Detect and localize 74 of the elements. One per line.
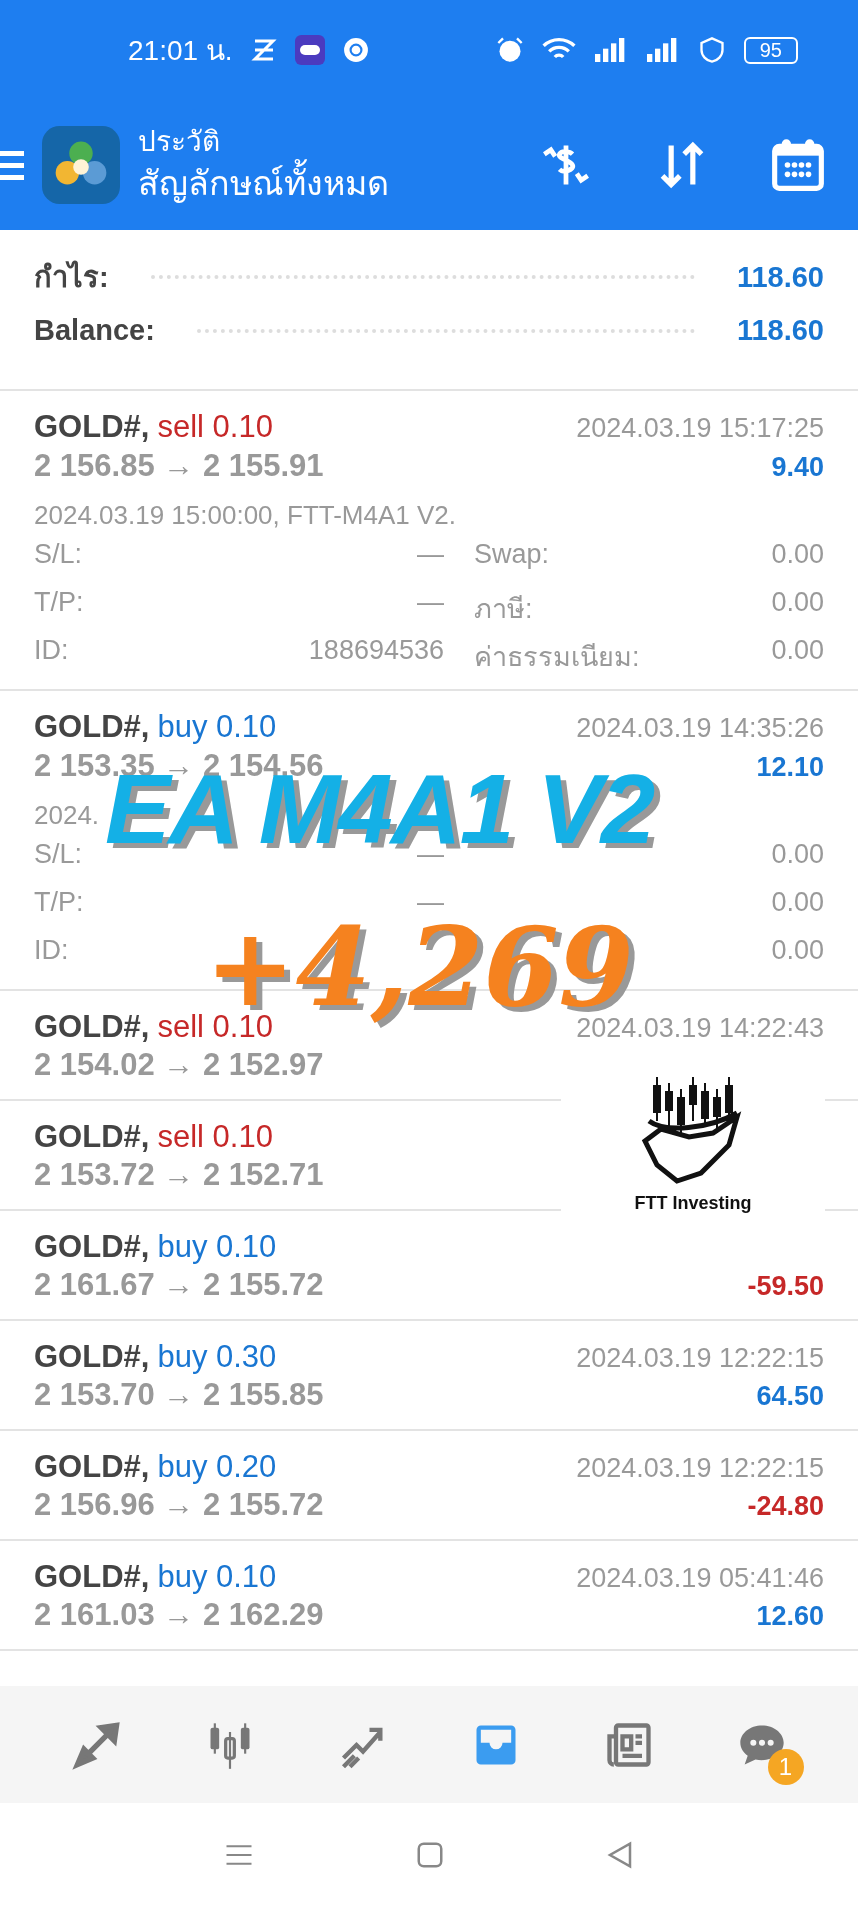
battery-indicator: 95 bbox=[743, 36, 798, 64]
field-value: 0.00 bbox=[770, 839, 824, 871]
profit-value: 9.40 bbox=[771, 451, 824, 483]
field-label: T/P: bbox=[34, 587, 85, 619]
game-app-icon bbox=[294, 35, 325, 65]
trade-row[interactable]: GOLD#, buy 0.10 2024.03.19 05:41:46 2 161.03 → 2 162.29 12.60 bbox=[0, 1541, 858, 1651]
trade-time: 2024.03.19 15:17:25 bbox=[576, 413, 824, 444]
trade-row[interactable]: GOLD#, buy 0.20 2024.03.19 12:22:15 2 156.96 → 2 155.72 -24.80 bbox=[0, 1431, 858, 1541]
trade-time: 2024.03.19 12:22:15 bbox=[576, 1343, 824, 1374]
profit-value: 64.50 bbox=[756, 1381, 824, 1412]
symbol-filter[interactable]: สัญลักษณ์ทั้งหมด bbox=[138, 160, 478, 206]
symbol-label: GOLD#, bbox=[34, 1229, 150, 1265]
field-value: 0.00 bbox=[770, 539, 824, 571]
order-label: buy 0.30 bbox=[157, 1339, 277, 1375]
home-icon[interactable] bbox=[415, 1840, 445, 1870]
order-label: buy 0.20 bbox=[157, 1449, 277, 1485]
field-label: T/P: bbox=[34, 887, 85, 919]
order-label: buy 0.10 bbox=[157, 1229, 277, 1265]
order-label: sell 0.10 bbox=[157, 409, 273, 445]
field-label: S/L: bbox=[34, 839, 84, 871]
price-range: 2 156.96 → 2 155.72 bbox=[34, 1487, 324, 1523]
shield-icon bbox=[697, 35, 726, 65]
summary-label: กำไร: bbox=[34, 259, 109, 295]
field-value: 0.00 bbox=[770, 587, 824, 619]
order-label: buy 0.10 bbox=[157, 1559, 277, 1595]
profit-value: -59.50 bbox=[747, 1271, 824, 1302]
trade-time: 2024.03.19 12:22:15 bbox=[576, 1453, 824, 1484]
price-range: 2 161.67 → 2 155.72 bbox=[34, 1267, 324, 1303]
logo-text: FTT Investing bbox=[634, 1192, 752, 1214]
symbol-label: GOLD#, bbox=[34, 1339, 150, 1375]
field-label: ID: bbox=[34, 935, 70, 967]
field-value: 188694536 bbox=[307, 635, 444, 667]
symbol-label: GOLD#, bbox=[34, 1449, 150, 1485]
profit-value: -24.80 bbox=[747, 1491, 824, 1522]
field-label: S/L: bbox=[34, 539, 84, 571]
field-value: 0.00 bbox=[770, 887, 824, 919]
field-label: ภาษี: bbox=[473, 593, 534, 626]
price-range: 2 154.02 → 2 152.97 bbox=[34, 1047, 324, 1083]
symbol-label: GOLD#, bbox=[34, 409, 150, 445]
trade-time: 2024.03.19 14:35:26 bbox=[576, 713, 824, 744]
profit-value: 12.10 bbox=[756, 751, 824, 783]
field-label: Swap: bbox=[473, 539, 551, 571]
notification-badge: 1 bbox=[767, 1748, 804, 1785]
field-value: — bbox=[416, 587, 444, 619]
field-label: ID: bbox=[34, 635, 70, 667]
screen-title: ประวัติ bbox=[138, 125, 221, 159]
price-range: 2 161.03 → 2 162.29 bbox=[34, 1597, 324, 1633]
field-value: 0.00 bbox=[770, 935, 824, 967]
symbol-label: GOLD#, bbox=[34, 709, 150, 745]
price-range: 2 156.85 → 2 155.91 bbox=[34, 447, 324, 484]
trade-time: 2024.03.19 05:41:46 bbox=[576, 1563, 824, 1594]
field-value: 0.00 bbox=[770, 635, 824, 667]
field-value: — bbox=[416, 887, 444, 919]
order-label: sell 0.10 bbox=[157, 1119, 273, 1155]
order-label: buy 0.10 bbox=[157, 709, 277, 745]
symbol-label: GOLD#, bbox=[34, 1119, 150, 1155]
symbol-label: GOLD#, bbox=[34, 1559, 150, 1595]
summary-value: 118.60 bbox=[736, 260, 824, 294]
trade-comment: 2024.03.19 15:00:00, FTT-M4A1 V2. bbox=[34, 500, 458, 531]
clock-time: 21:01 น. bbox=[128, 34, 233, 68]
summary-value: 118.60 bbox=[736, 314, 824, 347]
alarm-icon bbox=[495, 36, 524, 64]
calendar-icon[interactable] bbox=[770, 137, 826, 193]
price-range: 2 153.70 → 2 155.85 bbox=[34, 1377, 324, 1413]
trade-row[interactable]: GOLD#, buy 0.30 2024.03.19 12:22:15 2 153.70 → 2 155.85 64.50 bbox=[0, 1321, 858, 1431]
trade-row[interactable]: GOLD#, sell 0.10 2024.03.19 15:17:25 2 156.85 → 2 155.91 9.40 2024.03.19 15:00:00, FTT-M4A1 V2. S/L: — Swap: 0.00 T/P: — ภาษี: 0.00 ID: 188694536 ค่าธรรมเนียม: 0.00 bbox=[0, 391, 858, 691]
trade-comment: 2024. bbox=[34, 800, 101, 831]
summary-label: Balance: bbox=[34, 314, 155, 347]
field-value: — bbox=[416, 539, 444, 571]
symbol-label: GOLD#, bbox=[34, 1009, 150, 1045]
profit-value: 12.60 bbox=[756, 1601, 824, 1632]
price-range: 2 153.72 → 2 152.71 bbox=[34, 1157, 324, 1193]
field-label: ค่าธรรมเนียม: bbox=[473, 641, 641, 674]
browser-app-icon bbox=[342, 37, 369, 63]
